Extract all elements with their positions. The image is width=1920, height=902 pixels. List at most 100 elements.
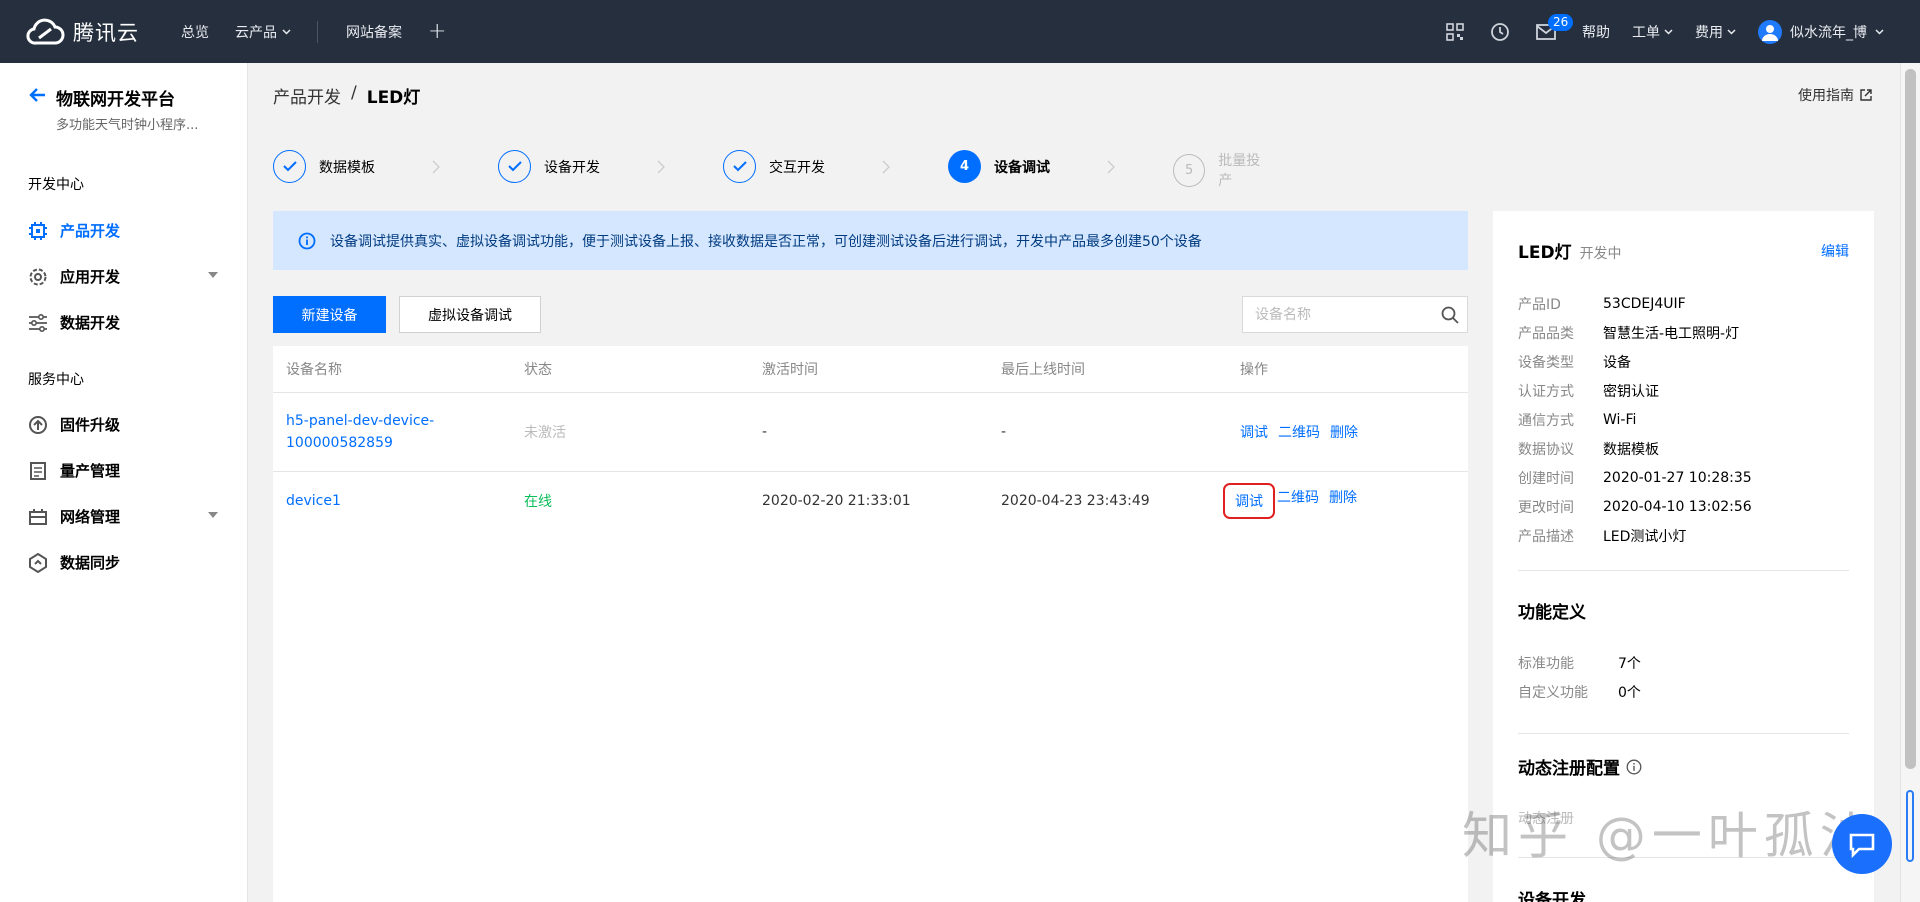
func-value: 0个 bbox=[1618, 685, 1641, 701]
step-label: 数据模板 bbox=[319, 159, 375, 176]
nav-overview[interactable]: 总览 bbox=[181, 22, 209, 42]
step-device-debug[interactable]: 4 设备调试 bbox=[948, 150, 1050, 183]
top-nav: 总览 云产品 网站备案 + bbox=[181, 19, 446, 44]
divider bbox=[1518, 570, 1849, 571]
check-icon bbox=[273, 150, 306, 183]
info-text: 设备调试提供真实、虚拟设备调试功能，便于测试设备上报、接收数据是否正常，可创建测… bbox=[330, 233, 1202, 250]
sidebar-item-label: 数据开发 bbox=[60, 314, 121, 332]
prop-row: 产品ID 53CDEJ4UIF bbox=[1518, 289, 1752, 318]
qrcode-button[interactable]: 二维码 bbox=[1277, 487, 1319, 515]
prop-key: 更改时间 bbox=[1518, 499, 1574, 516]
search-icon[interactable] bbox=[1441, 306, 1459, 324]
col-actions: 操作 bbox=[1240, 362, 1268, 378]
mail-icon[interactable]: 26 bbox=[1536, 13, 1574, 40]
billing-label: 费用 bbox=[1695, 24, 1723, 41]
platform-header: 物联网开发平台 bbox=[28, 85, 175, 110]
col-device-name: 设备名称 bbox=[286, 362, 342, 378]
sidebar-item-label: 固件升级 bbox=[60, 416, 121, 434]
nav-products-label: 云产品 bbox=[235, 24, 277, 41]
billing-menu[interactable]: 费用 bbox=[1695, 22, 1736, 42]
guide-link[interactable]: 使用指南 bbox=[1798, 85, 1872, 105]
progress-steps: 数据模板 设备开发 交互开发 4 设备调试 5 批量投产 bbox=[273, 150, 1273, 189]
product-name: LED灯 bbox=[1518, 243, 1572, 263]
chevron-down-icon bbox=[1664, 28, 1673, 35]
prop-value: LED测试小灯 bbox=[1603, 528, 1687, 545]
floating-help-button[interactable] bbox=[1832, 814, 1892, 874]
prop-value: 智慧生活-电工照明-灯 bbox=[1603, 325, 1740, 342]
brand-logo[interactable]: 腾讯云 bbox=[25, 17, 139, 47]
help-link[interactable]: 帮助 bbox=[1582, 22, 1610, 42]
last-online-time: 2020-04-23 23:43:49 bbox=[1001, 493, 1150, 509]
clock-icon[interactable] bbox=[1490, 22, 1510, 42]
prop-value: 2020-04-10 13:02:56 bbox=[1603, 498, 1752, 515]
prop-value: 设备 bbox=[1603, 354, 1631, 371]
prop-key: 产品ID bbox=[1518, 296, 1561, 313]
ticket-menu[interactable]: 工单 bbox=[1632, 22, 1673, 42]
prop-row: 产品品类 智慧生活-电工照明-灯 bbox=[1518, 318, 1752, 347]
caret-down-icon bbox=[208, 512, 218, 518]
prop-key: 产品描述 bbox=[1518, 528, 1574, 545]
sidebar-item-label: 数据同步 bbox=[60, 554, 121, 572]
sidebar-item-app-dev[interactable]: 应用开发 bbox=[28, 266, 218, 287]
sidebar-item-label: 产品开发 bbox=[60, 222, 121, 240]
prop-value: 2020-01-27 10:28:35 bbox=[1603, 469, 1752, 486]
device-name-link[interactable]: device1 bbox=[286, 493, 341, 509]
delete-button[interactable]: 删除 bbox=[1330, 422, 1358, 442]
step-data-template[interactable]: 数据模板 bbox=[273, 150, 375, 183]
step-device-dev[interactable]: 设备开发 bbox=[498, 150, 600, 183]
prop-row: 认证方式 密钥认证 bbox=[1518, 376, 1752, 405]
prop-row: 数据协议 数据模板 bbox=[1518, 434, 1752, 463]
page-scrollbar[interactable] bbox=[1900, 63, 1920, 902]
func-key: 自定义功能 bbox=[1518, 685, 1588, 701]
debug-button[interactable]: 调试 bbox=[1240, 422, 1268, 442]
prop-row: 设备类型 设备 bbox=[1518, 347, 1752, 376]
device-name-link[interactable]: h5-panel-dev-device- 100000582859 bbox=[286, 410, 434, 454]
activated-time: - bbox=[762, 424, 768, 440]
virtual-debug-button[interactable]: 虚拟设备调试 bbox=[399, 296, 541, 333]
sidebar-item-network[interactable]: 网络管理 bbox=[28, 506, 218, 527]
nav-icp[interactable]: 网站备案 bbox=[346, 22, 402, 42]
search-input[interactable] bbox=[1243, 297, 1441, 332]
status-badge: 未激活 bbox=[524, 425, 566, 441]
prop-key: 认证方式 bbox=[1518, 383, 1574, 400]
step-label: 交互开发 bbox=[769, 159, 825, 176]
nav-products[interactable]: 云产品 bbox=[235, 22, 291, 42]
device-search bbox=[1242, 296, 1468, 333]
sidebar-item-product-dev[interactable]: 产品开发 bbox=[28, 220, 218, 241]
qrcode-button[interactable]: 二维码 bbox=[1278, 422, 1320, 442]
col-last-online: 最后上线时间 bbox=[1001, 362, 1085, 378]
delete-button[interactable]: 删除 bbox=[1329, 487, 1357, 515]
dynamic-register-title: 动态注册配置 bbox=[1518, 754, 1642, 779]
user-menu[interactable]: 似水流年_博 bbox=[1758, 19, 1884, 44]
step-mass-production[interactable]: 5 批量投产 bbox=[1173, 150, 1273, 190]
step-number: 5 bbox=[1173, 153, 1206, 187]
caret-down-icon bbox=[208, 272, 218, 278]
add-shortcut-icon[interactable]: + bbox=[428, 19, 446, 44]
back-arrow-icon[interactable] bbox=[28, 85, 48, 110]
qrcode-icon[interactable] bbox=[1446, 22, 1464, 41]
info-icon[interactable] bbox=[1626, 759, 1642, 775]
section-dev-center: 开发中心 bbox=[28, 177, 84, 193]
step-number: 4 bbox=[948, 150, 981, 183]
device-name-line1: h5-panel-dev-device- bbox=[286, 413, 435, 429]
breadcrumb-parent[interactable]: 产品开发 bbox=[273, 83, 341, 108]
brand-name: 腾讯云 bbox=[73, 20, 139, 45]
debug-button-highlighted[interactable]: 调试 bbox=[1223, 483, 1275, 519]
guide-label: 使用指南 bbox=[1798, 88, 1854, 104]
step-label: 设备开发 bbox=[544, 159, 600, 176]
sidebar-item-data-dev[interactable]: 数据开发 bbox=[28, 312, 218, 333]
prop-key: 设备类型 bbox=[1518, 354, 1574, 371]
new-device-button[interactable]: 新建设备 bbox=[273, 296, 386, 333]
product-state: 开发中 bbox=[1579, 246, 1622, 262]
edit-button[interactable]: 编辑 bbox=[1821, 241, 1849, 261]
step-interaction-dev[interactable]: 交互开发 bbox=[723, 150, 825, 183]
table-row: h5-panel-dev-device- 100000582859 未激活 - … bbox=[273, 393, 1468, 472]
top-right-tools: 26 帮助 工单 费用 似水流年_博 bbox=[1446, 0, 1920, 63]
check-icon bbox=[723, 150, 756, 183]
sidebar-item-mass-production[interactable]: 量产管理 bbox=[28, 460, 218, 481]
network-icon bbox=[28, 507, 48, 527]
product-header: LED灯 开发中 bbox=[1518, 238, 1622, 263]
scrollbar-thumb[interactable] bbox=[1905, 69, 1916, 769]
sidebar-item-firmware[interactable]: 固件升级 bbox=[28, 414, 218, 435]
sidebar-item-data-sync[interactable]: 数据同步 bbox=[28, 552, 218, 573]
